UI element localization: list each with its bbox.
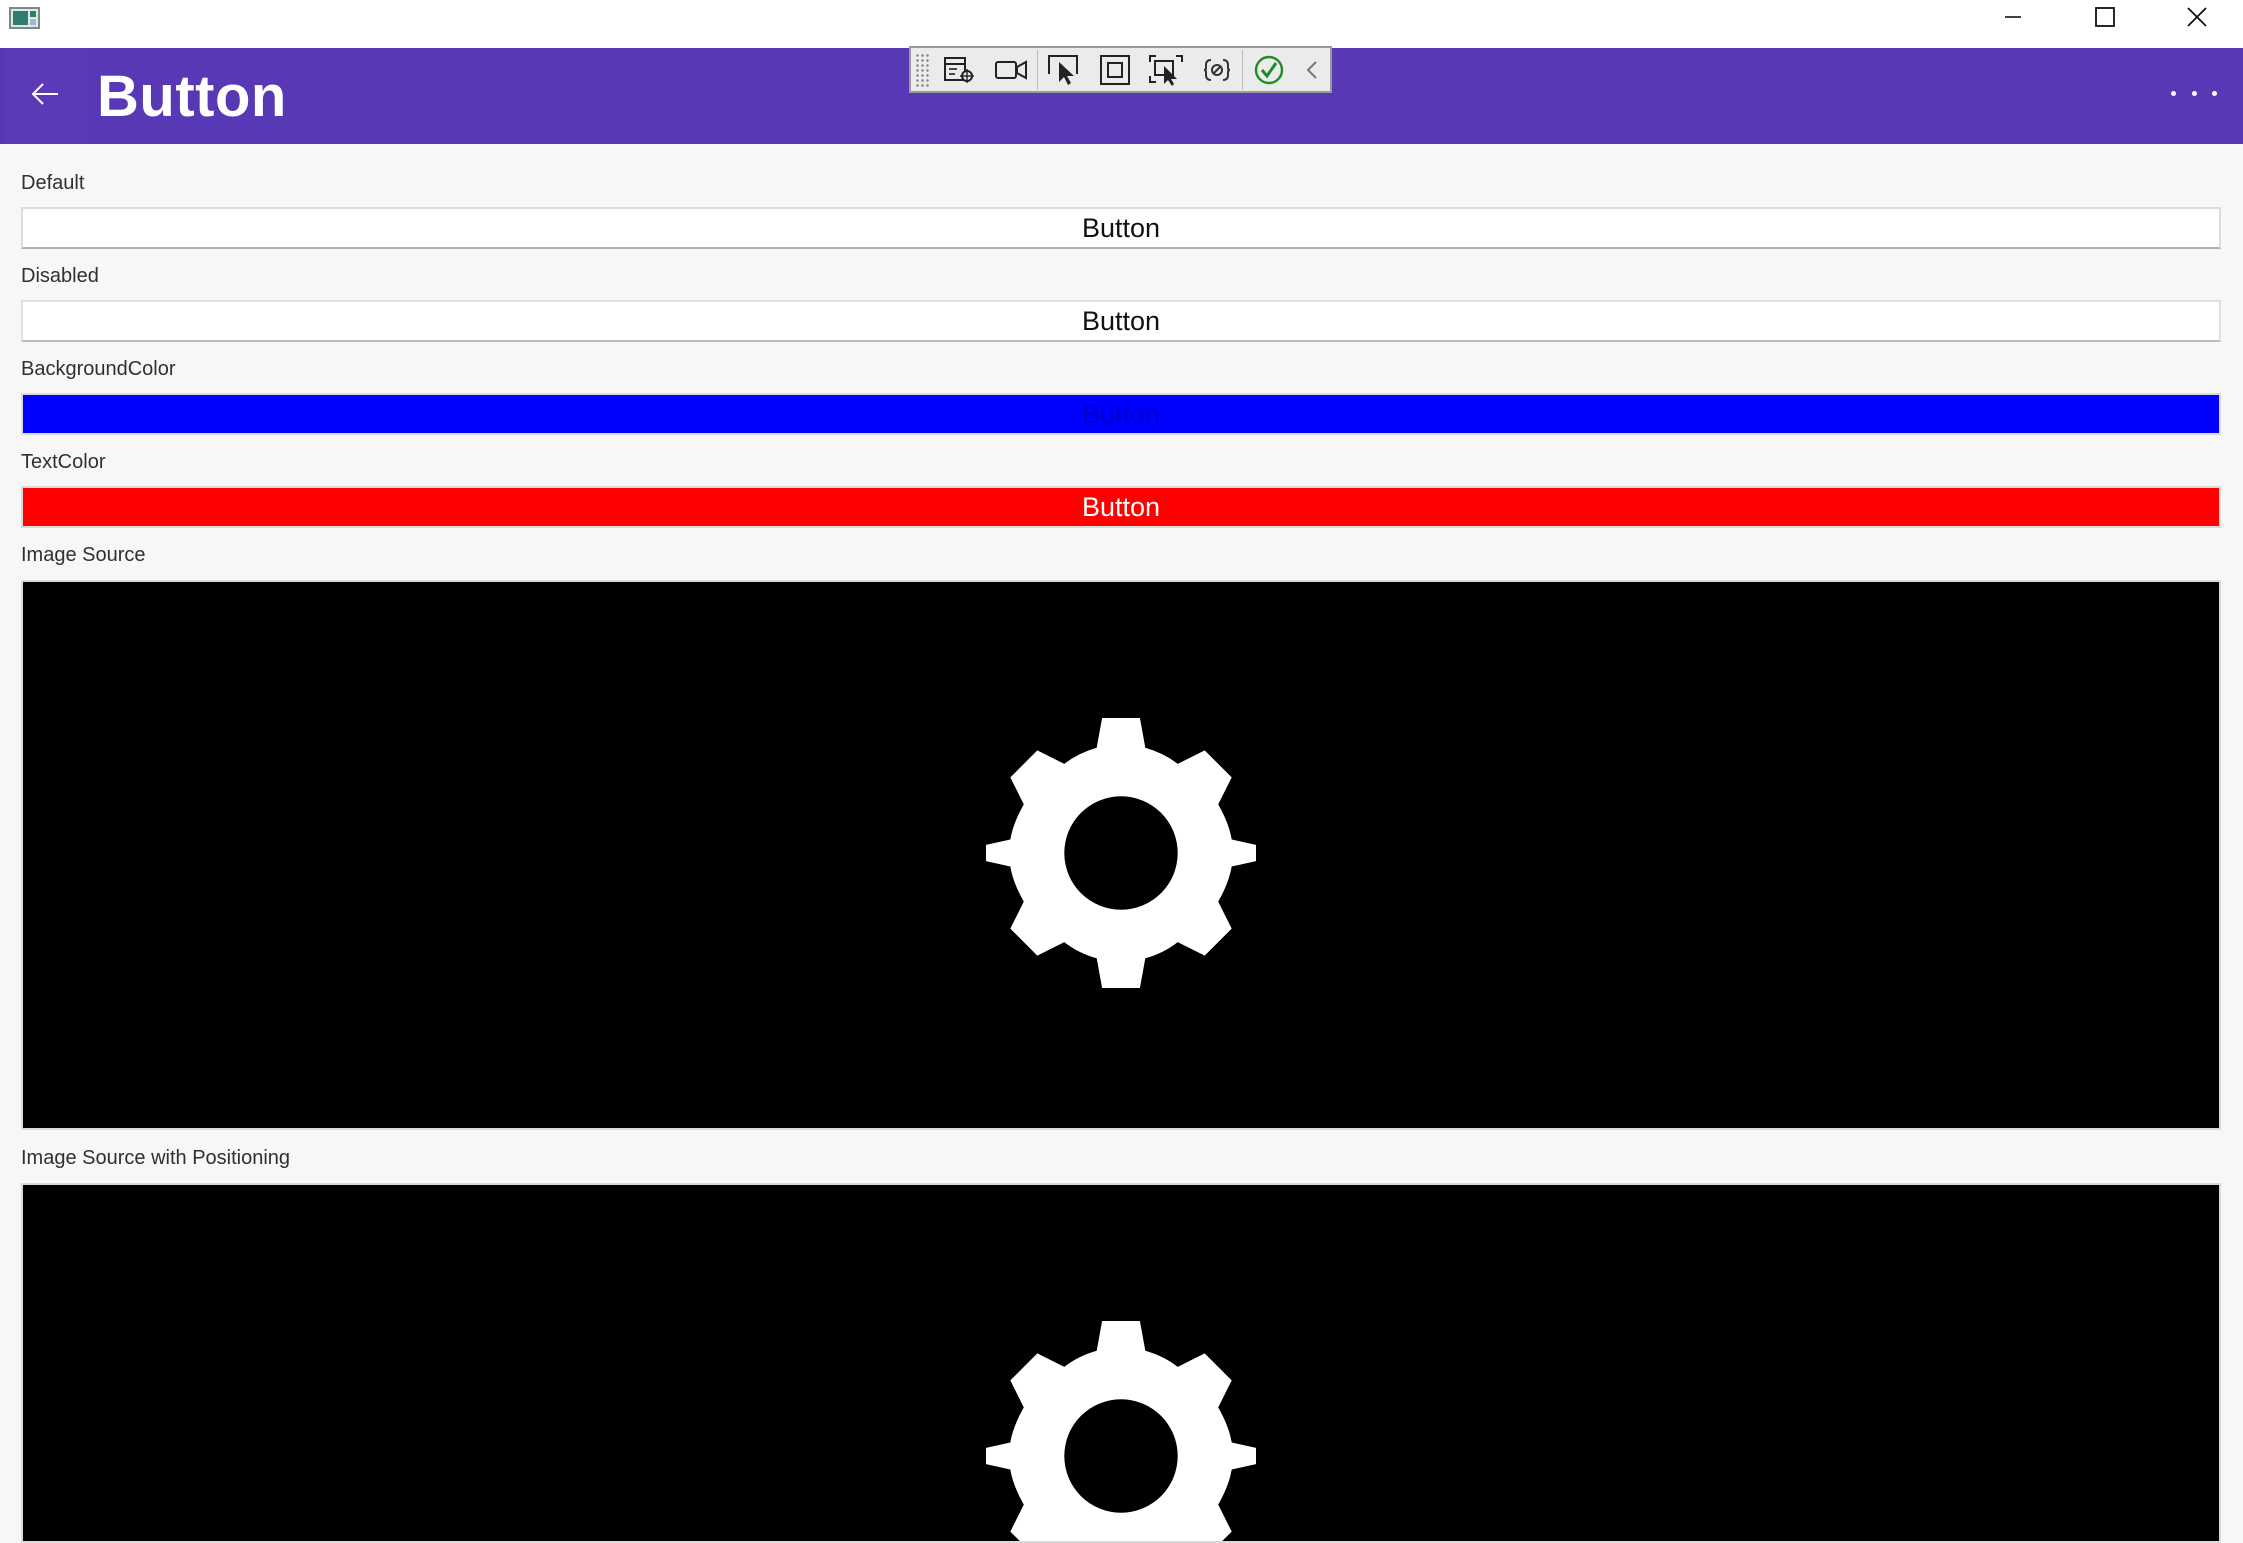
section-label-disabled: Disabled bbox=[21, 265, 99, 287]
minimize-button[interactable] bbox=[1967, 0, 2059, 34]
button-text: Button bbox=[1081, 305, 1161, 336]
more-horizontal-icon bbox=[2171, 90, 2176, 96]
section-label-image-source-positioning: Image Source with Positioning bbox=[21, 1147, 291, 1169]
arrow-left-icon bbox=[30, 82, 60, 110]
toolbar-grip-handle[interactable] bbox=[915, 52, 931, 87]
track-focused-element-icon bbox=[1148, 54, 1184, 86]
section-label-image-source: Image Source bbox=[21, 544, 146, 566]
track-focused-element-button[interactable] bbox=[1140, 48, 1191, 91]
record-video-button[interactable] bbox=[986, 48, 1037, 91]
binding-failures-button[interactable] bbox=[1191, 48, 1242, 91]
hot-reload-ok-icon bbox=[1253, 54, 1285, 86]
disabled-button: Button bbox=[21, 300, 2221, 342]
section-label-textcolor: TextColor bbox=[21, 451, 106, 473]
text-color-button[interactable]: Button bbox=[21, 486, 2221, 528]
live-visual-tree-button[interactable] bbox=[935, 48, 986, 91]
background-color-button[interactable]: Button bbox=[21, 393, 2221, 435]
more-options-button[interactable] bbox=[2171, 78, 2217, 108]
more-dot bbox=[2212, 90, 2217, 96]
button-text: Button bbox=[1081, 212, 1161, 243]
maximize-icon bbox=[2094, 6, 2116, 28]
window-title-bar bbox=[0, 0, 2243, 48]
gear-icon bbox=[986, 1321, 1256, 1541]
select-element-button[interactable] bbox=[1038, 48, 1089, 91]
hot-reload-status-button[interactable] bbox=[1243, 48, 1294, 91]
display-layout-adorners-button[interactable] bbox=[1089, 48, 1140, 91]
image-source-button[interactable] bbox=[21, 580, 2221, 1130]
gear-icon bbox=[986, 718, 1256, 988]
image-source-positioning-button[interactable] bbox=[21, 1183, 2221, 1543]
live-visual-tree-icon bbox=[943, 55, 977, 85]
collapse-toolbar-button[interactable] bbox=[1295, 48, 1330, 91]
binding-failures-icon bbox=[1202, 57, 1232, 83]
close-button[interactable] bbox=[2151, 0, 2243, 34]
debug-toolbar bbox=[909, 46, 1332, 93]
more-dot bbox=[2191, 90, 2197, 96]
button-text: Button bbox=[1081, 398, 1161, 429]
section-label-default: Default bbox=[21, 172, 85, 194]
minimize-icon bbox=[2003, 7, 2023, 27]
content-area: Default Button Disabled Button Backgroun… bbox=[0, 144, 2243, 1543]
back-button[interactable] bbox=[4, 48, 86, 144]
button-text: Button bbox=[1081, 491, 1161, 522]
section-label-backgroundcolor: BackgroundColor bbox=[21, 358, 176, 380]
collapse-chevron-icon bbox=[1304, 59, 1320, 81]
select-element-icon bbox=[1047, 54, 1081, 86]
maximize-button[interactable] bbox=[2059, 0, 2151, 34]
video-record-icon bbox=[994, 57, 1028, 83]
page-title: Button bbox=[97, 64, 287, 129]
close-icon bbox=[2186, 6, 2208, 28]
app-icon bbox=[9, 7, 40, 29]
display-layout-adorners-icon bbox=[1099, 54, 1131, 86]
default-button[interactable]: Button bbox=[21, 207, 2221, 249]
